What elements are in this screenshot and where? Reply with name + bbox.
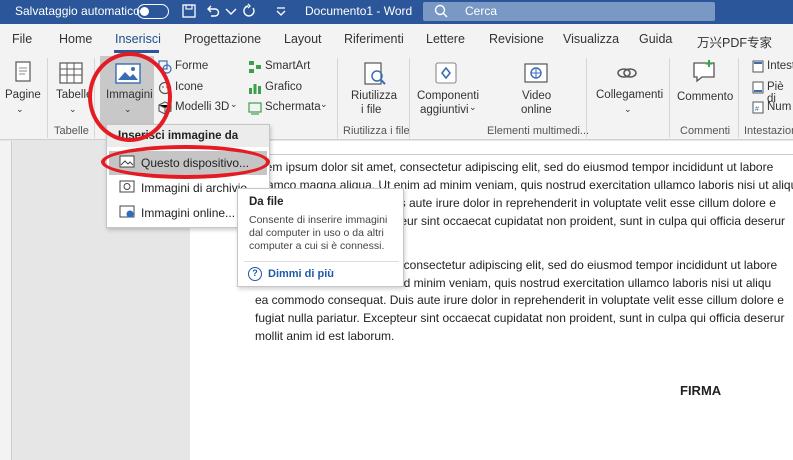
tab-file[interactable]: File [12, 32, 32, 46]
pages-button[interactable]: Pagine [5, 89, 41, 101]
doc-line: teur sint occaecat cupidatat non proiden… [397, 214, 786, 228]
undo-dropdown-icon[interactable] [222, 2, 240, 20]
tab-inserisci[interactable]: Inserisci [115, 32, 161, 46]
customize-toolbar-icon[interactable] [272, 2, 290, 20]
tab-guida[interactable]: Guida [639, 32, 672, 46]
comment-icon[interactable] [690, 58, 718, 86]
tab-visualizza[interactable]: Visualizza [563, 32, 619, 46]
add-ins-chevron-icon[interactable]: ⌄ [469, 102, 477, 113]
doc-line: orem ipsum dolor sit amet, consectetur a… [255, 160, 774, 174]
doc-line: ad minim veniam, quis nostrud exercitati… [397, 276, 772, 290]
shapes-button[interactable]: Forme [175, 60, 208, 72]
tell-me-more-link[interactable]: Dimmi di più [268, 268, 334, 280]
doc-line: , consectetur adipiscing elit, sed do ei… [397, 258, 778, 272]
tooltip-title: Da file [249, 196, 284, 208]
pages-icon[interactable] [12, 60, 34, 84]
horizontal-ruler [260, 141, 793, 155]
tables-group-label: Tabelle [54, 125, 89, 137]
doc-line: fugiat nulla pariatur. Excepteur sint oc… [255, 311, 785, 325]
tab-lettere[interactable]: Lettere [426, 32, 465, 46]
online-images-icon [119, 205, 135, 218]
tab-riferimenti[interactable]: Riferimenti [344, 32, 404, 46]
page-number-button[interactable]: Num [767, 101, 791, 113]
screenshot-chevron-icon[interactable]: ⌄ [320, 99, 328, 110]
toggle-knob [140, 6, 149, 16]
links-icon[interactable] [614, 60, 640, 86]
chart-button[interactable]: Grafico [265, 81, 302, 93]
add-ins-label-2[interactable]: aggiuntivi [420, 104, 469, 116]
tables-button[interactable]: Tabelle [56, 89, 92, 101]
svg-text:#: # [755, 106, 759, 113]
tab-revisione[interactable]: Revisione [489, 32, 544, 46]
header-footer-group-label: Intestazion [744, 125, 793, 137]
group-separator [47, 58, 48, 138]
group-separator [669, 58, 670, 138]
media-group-label: Elementi multimedi... [487, 125, 590, 137]
vertical-ruler [0, 141, 12, 460]
tab-home[interactable]: Home [59, 32, 92, 46]
pages-chevron-icon[interactable]: ⌄ [16, 104, 24, 115]
stock-images-icon [119, 180, 135, 193]
group-separator [738, 58, 739, 138]
tab-progettazione[interactable]: Progettazione [184, 32, 261, 46]
highlight-circle-images [88, 52, 172, 142]
smartart-button[interactable]: SmartArt [265, 60, 310, 72]
reuse-files-label-1[interactable]: Riutilizza [351, 90, 397, 102]
group-separator [409, 58, 410, 138]
footer-icon [752, 81, 764, 94]
tables-chevron-icon[interactable]: ⌄ [69, 104, 77, 115]
chart-icon [249, 84, 261, 94]
online-video-label-2[interactable]: online [521, 104, 552, 116]
3d-models-chevron-icon[interactable]: ⌄ [230, 99, 238, 110]
add-ins-icon[interactable] [433, 60, 459, 86]
add-ins-label-1[interactable]: Componenti [417, 90, 479, 102]
page-number-icon: # [752, 101, 764, 114]
links-chevron-icon[interactable]: ⌄ [624, 104, 632, 115]
redo-icon[interactable] [240, 2, 258, 20]
doc-line: ea commodo consequat. Duis aute irure do… [255, 293, 784, 307]
reuse-files-group-label: Riutilizza i file [343, 125, 410, 137]
3d-models-button[interactable]: Modelli 3D [175, 101, 229, 113]
online-video-label-1[interactable]: Video [522, 90, 551, 102]
table-icon[interactable] [58, 60, 84, 86]
autosave-label: Salvataggio automatico [15, 4, 140, 18]
autosave-toggle[interactable] [137, 4, 169, 19]
tab-pdf-expert[interactable]: 万兴PDF专家 [697, 32, 772, 51]
signature-label: FIRMA [680, 383, 722, 398]
comments-group-label: Commenti [680, 125, 731, 137]
document-title: Documento1 - Word [305, 4, 413, 18]
online-video-icon[interactable] [522, 60, 550, 88]
doc-line: is aute irure dolor in reprehenderit in … [397, 196, 776, 210]
comment-button[interactable]: Commento [677, 91, 733, 103]
screenshot-button[interactable]: Schermata [265, 101, 321, 113]
help-icon[interactable]: ? [248, 267, 262, 281]
title-bar: Salvataggio automatico Documento1 - Word… [0, 0, 793, 24]
undo-icon[interactable] [203, 2, 221, 20]
search-icon [434, 4, 448, 18]
doc-line: mollit anim id est laborum. [255, 329, 395, 343]
search-box[interactable]: Cerca [423, 2, 715, 21]
screenshot-icon [248, 102, 262, 115]
group-separator [337, 58, 338, 138]
tab-layout[interactable]: Layout [284, 32, 322, 46]
save-icon[interactable] [180, 2, 198, 20]
tooltip: Da file Consente di inserire immagini da… [237, 188, 404, 287]
menu-item-label: Immagini online... [141, 206, 236, 220]
header-button[interactable]: Intest [767, 60, 793, 72]
reuse-files-label-2[interactable]: i file [361, 104, 381, 116]
group-separator [586, 58, 587, 138]
search-placeholder: Cerca [465, 4, 498, 18]
header-icon [752, 60, 764, 73]
links-button[interactable]: Collegamenti [596, 89, 663, 101]
icons-button[interactable]: Icone [175, 81, 203, 93]
highlight-circle-this-device [101, 145, 270, 179]
reuse-files-icon[interactable] [361, 60, 389, 88]
smartart-icon [249, 61, 261, 73]
tooltip-body: Consente di inserire immagini dal comput… [249, 214, 388, 252]
tooltip-divider [244, 261, 399, 262]
